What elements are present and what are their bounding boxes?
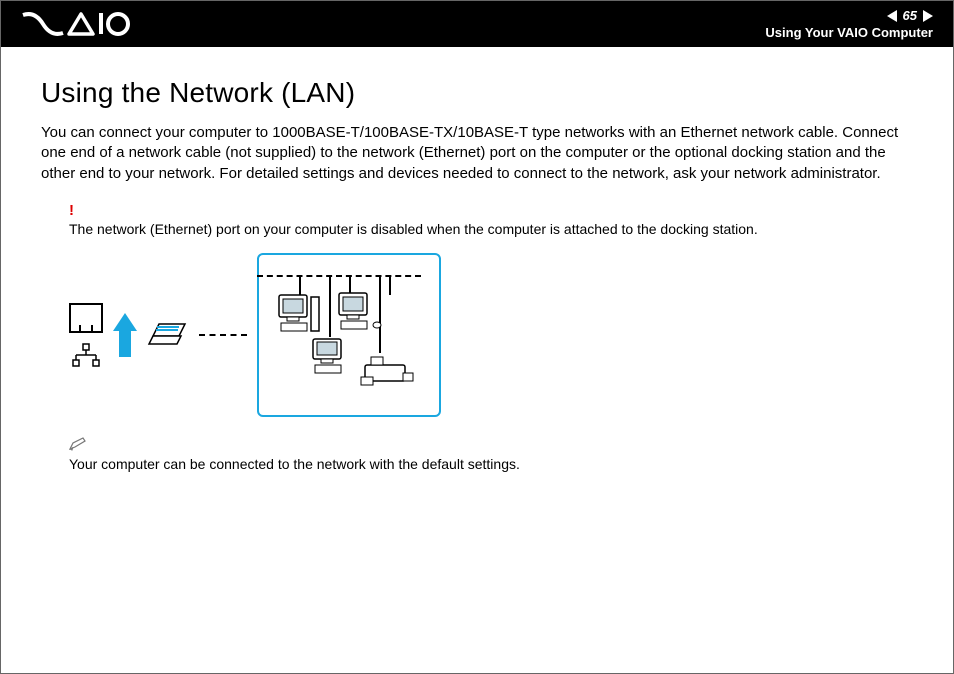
header-bar: 65 Using Your VAIO Computer xyxy=(1,1,953,47)
next-page-icon[interactable] xyxy=(923,10,933,22)
warning-text: The network (Ethernet) port on your comp… xyxy=(69,221,758,237)
cable-dashed-line xyxy=(199,334,247,336)
arrow-up-icon xyxy=(113,313,137,357)
tip-note: Your computer can be connected to the ne… xyxy=(69,437,913,472)
tip-text: Your computer can be connected to the ne… xyxy=(69,456,520,472)
page-nav: 65 xyxy=(887,8,933,23)
header-right: 65 Using Your VAIO Computer xyxy=(765,8,933,40)
desktop-pc-icon xyxy=(277,293,321,335)
desktop-pc-icon xyxy=(309,337,349,377)
vaio-logo xyxy=(21,1,131,47)
warning-note: ! The network (Ethernet) port on your co… xyxy=(69,202,913,237)
warning-icon: ! xyxy=(69,202,913,219)
network-panel xyxy=(257,253,441,417)
ethernet-port-icon xyxy=(69,303,103,333)
printer-icon xyxy=(359,353,417,389)
page-heading: Using the Network (LAN) xyxy=(41,77,913,109)
network-diagram xyxy=(69,253,913,417)
pencil-icon xyxy=(69,437,87,454)
prev-page-icon[interactable] xyxy=(887,10,897,22)
port-column xyxy=(69,303,103,367)
network-topology-icon xyxy=(72,343,100,367)
section-title: Using Your VAIO Computer xyxy=(765,25,933,40)
page-number: 65 xyxy=(903,8,917,23)
laptop-icon xyxy=(147,322,189,348)
manual-page: 65 Using Your VAIO Computer Using the Ne… xyxy=(0,0,954,674)
desktop-pc-icon xyxy=(337,291,383,333)
content-area: Using the Network (LAN) You can connect … xyxy=(1,47,953,482)
lead-paragraph: You can connect your computer to 1000BAS… xyxy=(41,123,913,184)
